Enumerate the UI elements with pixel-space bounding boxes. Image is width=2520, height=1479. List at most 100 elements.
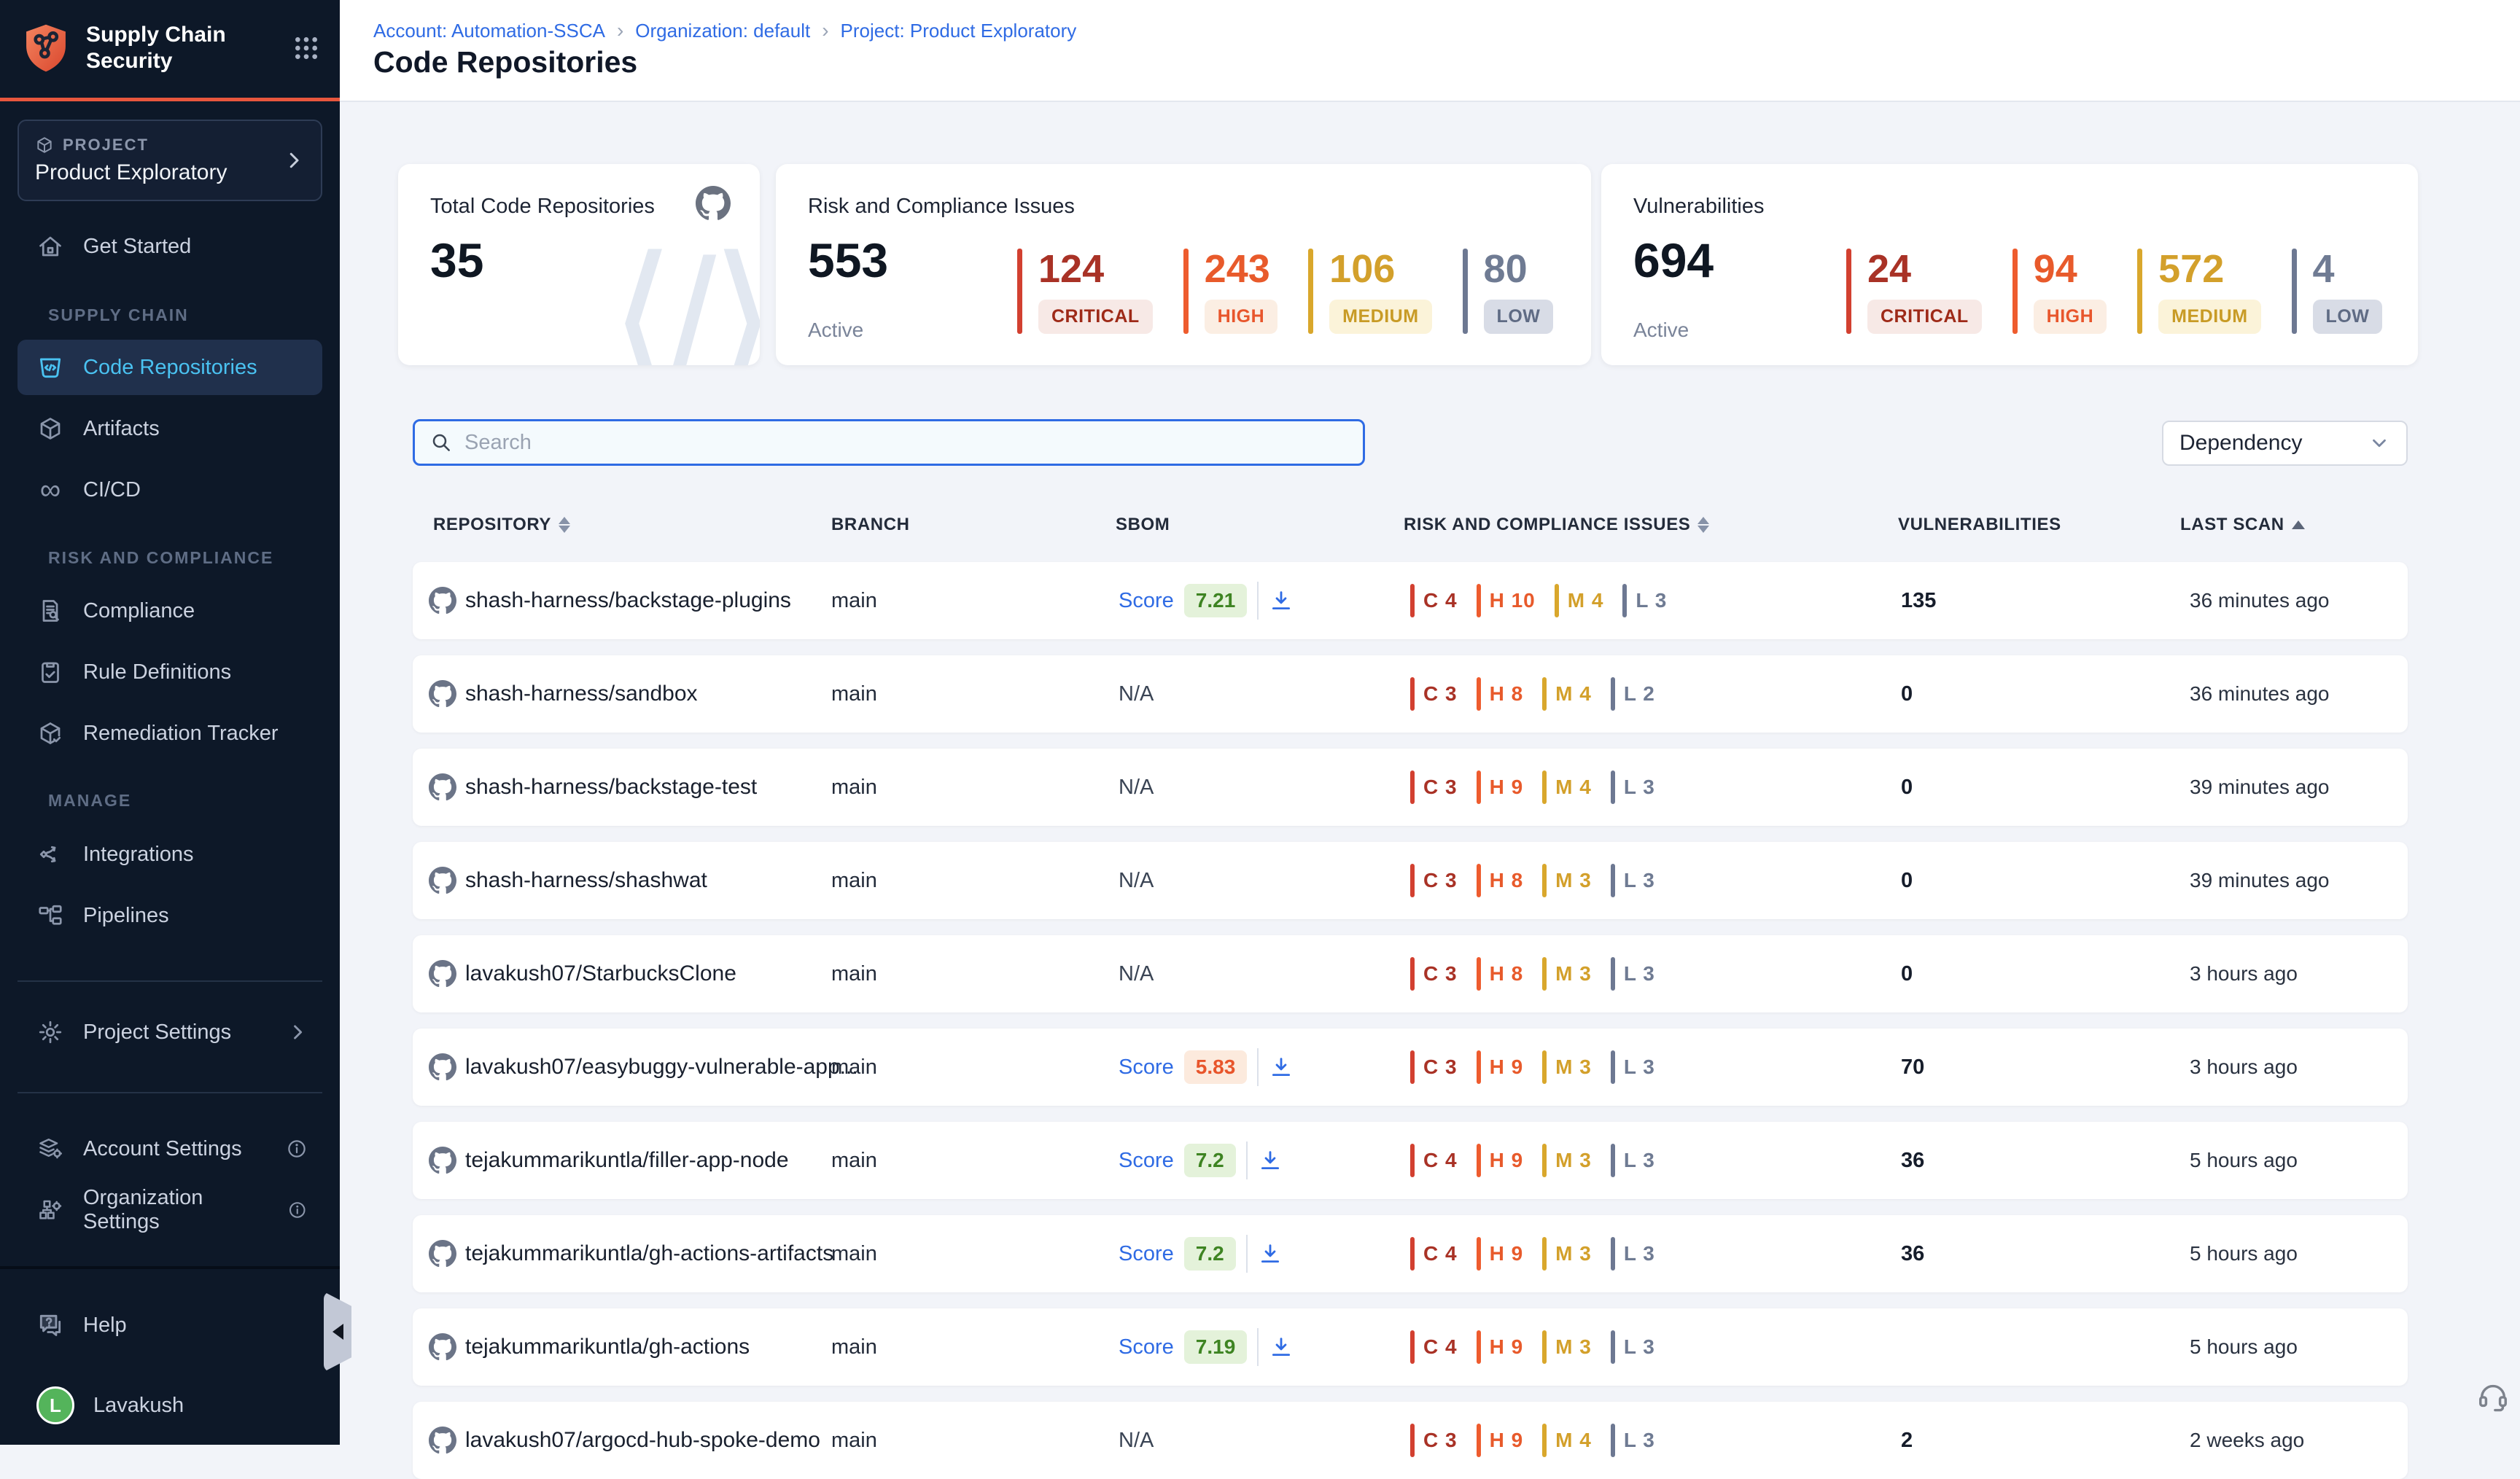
repo-name[interactable]: shash-harness/backstage-test [465, 749, 757, 826]
severity-bar [1542, 677, 1547, 711]
repo-name[interactable]: tejakummarikuntla/gh-actions-artifacts [465, 1215, 833, 1292]
sidebar-item-pipelines[interactable]: Pipelines [18, 888, 322, 943]
sidebar-item-remediation-tracker[interactable]: Remediation Tracker [18, 706, 322, 761]
table-row[interactable]: lavakush07/easybuggy-vulnerable-app... m… [413, 1029, 2408, 1106]
download-sbom-icon[interactable] [1258, 1241, 1283, 1266]
sbom-cell: N/A [1119, 1402, 1154, 1479]
severity-count: 243 [1205, 249, 1278, 289]
info-icon[interactable] [286, 1138, 308, 1160]
repo-name[interactable]: lavakush07/StarbucksClone [465, 935, 736, 1012]
download-sbom-icon[interactable] [1269, 588, 1294, 613]
table-row[interactable]: lavakush07/argocd-hub-spoke-demo main N/… [413, 1402, 2408, 1479]
breadcrumb-organization[interactable]: Organization: default [635, 20, 810, 42]
repo-name[interactable]: tejakummarikuntla/gh-actions [465, 1308, 750, 1386]
search-input[interactable] [464, 431, 1348, 455]
repo-name[interactable]: shash-harness/backstage-plugins [465, 562, 791, 639]
breadcrumb-separator: › [822, 19, 828, 42]
risk-chip-medium: M 3 [1542, 1237, 1592, 1271]
sidebar-collapse-handle[interactable] [324, 1292, 351, 1372]
score-link[interactable]: Score [1119, 1149, 1174, 1173]
score-badge: 5.83 [1184, 1050, 1248, 1084]
table-row[interactable]: shash-harness/backstage-plugins main Sco… [413, 562, 2408, 639]
document-search-icon [36, 597, 64, 625]
table-row[interactable]: tejakummarikuntla/gh-actions main Score … [413, 1308, 2408, 1386]
severity-bar [1477, 1330, 1481, 1364]
chevron-right-icon [287, 1022, 308, 1042]
sidebar-item-compliance[interactable]: Compliance [18, 583, 322, 639]
sidebar-item-code-repositories[interactable]: Code Repositories [18, 340, 322, 395]
sidebar-item-project-settings[interactable]: Project Settings [18, 1004, 322, 1060]
breadcrumb-account[interactable]: Account: Automation-SSCA [373, 20, 605, 42]
sidebar-item-label: Account Settings [83, 1137, 242, 1161]
sidebar-item-get-started[interactable]: Get Started [18, 219, 322, 274]
vulnerabilities-card: Vulnerabilities 694 Active 24 CRITICAL 9… [1601, 164, 2418, 365]
risk-chip-low: L 3 [1611, 1050, 1655, 1084]
severity-count-label: H 9 [1490, 1429, 1524, 1452]
severity-count-label: H 9 [1490, 776, 1524, 799]
sidebar-item-cicd[interactable]: ∞ CI/CD [18, 462, 322, 518]
table-row[interactable]: shash-harness/shashwat main N/A C 3H 8M … [413, 842, 2408, 919]
sidebar-item-organization-settings[interactable]: Organization Settings [18, 1182, 322, 1238]
sidebar-item-help[interactable]: Help [18, 1297, 322, 1353]
severity-bar [1477, 1050, 1481, 1084]
score-link[interactable]: Score [1119, 589, 1174, 613]
score-badge: 7.21 [1184, 584, 1248, 617]
repo-name[interactable]: lavakush07/easybuggy-vulnerable-app... [465, 1029, 858, 1106]
breadcrumb-separator: › [617, 19, 623, 42]
severity-count: 94 [2034, 249, 2107, 289]
app-switcher-grid-icon[interactable] [292, 34, 321, 63]
severity-bar [1477, 864, 1481, 897]
severity-count-label: C 3 [1423, 682, 1458, 706]
table-row[interactable]: tejakummarikuntla/filler-app-node main S… [413, 1122, 2408, 1199]
column-risk-issues[interactable]: RISK AND COMPLIANCE ISSUES [1404, 515, 1709, 535]
column-repository[interactable]: REPOSITORY [433, 515, 570, 535]
sidebar-item-label: Project Settings [83, 1021, 231, 1045]
repo-name[interactable]: lavakush07/argocd-hub-spoke-demo [465, 1402, 820, 1479]
support-headset-icon[interactable] [2476, 1379, 2510, 1413]
dependency-filter-select[interactable]: Dependency [2162, 421, 2408, 466]
github-icon [429, 562, 456, 639]
sidebar-item-label: Artifacts [83, 417, 160, 441]
sidebar-item-label: Remediation Tracker [83, 722, 279, 746]
repo-name[interactable]: shash-harness/shashwat [465, 842, 707, 919]
project-selector[interactable]: PROJECT Product Exploratory [18, 120, 322, 201]
severity-count-label: M 4 [1568, 589, 1604, 612]
risk-chip-medium: M 4 [1542, 770, 1592, 804]
github-icon [429, 655, 456, 733]
table-row[interactable]: lavakush07/StarbucksClone main N/A C 3H … [413, 935, 2408, 1012]
last-scan-cell: 36 minutes ago [2190, 655, 2329, 733]
severity-bar [1308, 249, 1313, 334]
repo-name[interactable]: tejakummarikuntla/filler-app-node [465, 1122, 789, 1199]
table-row[interactable]: shash-harness/sandbox main N/A C 3H 8M 4… [413, 655, 2408, 733]
severity-count-label: H 8 [1490, 962, 1524, 986]
download-sbom-icon[interactable] [1269, 1055, 1294, 1080]
last-scan-cell: 5 hours ago [2190, 1215, 2298, 1292]
repo-name[interactable]: shash-harness/sandbox [465, 655, 698, 733]
risk-chip-high: H 8 [1477, 677, 1524, 711]
risk-chip-high: H 9 [1477, 1144, 1524, 1177]
score-link[interactable]: Score [1119, 1335, 1174, 1359]
table-row[interactable]: shash-harness/backstage-test main N/A C … [413, 749, 2408, 826]
vulns-cell: 0 [1901, 935, 1913, 1012]
accent-divider [0, 98, 340, 101]
severity-badge: LOW [2313, 300, 2383, 334]
score-link[interactable]: Score [1119, 1242, 1174, 1266]
table-row[interactable]: tejakummarikuntla/gh-actions-artifacts m… [413, 1215, 2408, 1292]
sidebar-item-integrations[interactable]: Integrations [18, 827, 322, 882]
score-link[interactable]: Score [1119, 1055, 1174, 1080]
download-sbom-icon[interactable] [1269, 1335, 1294, 1359]
sidebar-item-rule-definitions[interactable]: Rule Definitions [18, 644, 322, 700]
breadcrumb-project[interactable]: Project: Product Exploratory [841, 20, 1077, 42]
sidebar-item-account-settings[interactable]: Account Settings [18, 1121, 322, 1176]
severity-bar [1477, 957, 1481, 991]
column-last-scan[interactable]: LAST SCAN [2180, 515, 2305, 535]
severity-count-label: M 4 [1555, 776, 1592, 799]
info-icon[interactable] [287, 1199, 308, 1221]
severity-bar [1622, 584, 1627, 617]
severity-bar [1410, 584, 1415, 617]
sidebar-item-user[interactable]: L Lavakush [18, 1378, 322, 1433]
download-sbom-icon[interactable] [1258, 1148, 1283, 1173]
risk-chip-medium: M 3 [1542, 957, 1592, 991]
sbom-cell: N/A [1119, 935, 1154, 1012]
sidebar-item-artifacts[interactable]: Artifacts [18, 401, 322, 456]
